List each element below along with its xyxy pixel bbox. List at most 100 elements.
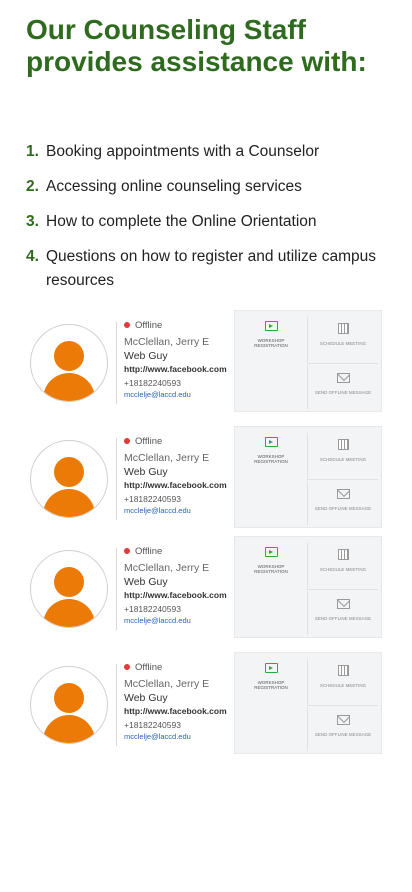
staff-role: Web Guy [124, 350, 168, 362]
schedule-label: SCHEDULE MEETING [319, 567, 367, 572]
status-indicator: Offline [124, 660, 244, 674]
offline-dot-icon [124, 322, 130, 328]
staff-phone: +18182240593 [124, 494, 181, 504]
card-divider [116, 322, 117, 404]
avatar [30, 440, 108, 518]
staff-phone: +18182240593 [124, 378, 181, 388]
staff-phone: +18182240593 [124, 604, 181, 614]
avatar [30, 666, 108, 744]
staff-name: McClellan, Jerry E [124, 336, 210, 348]
staff-info: Offline McClellan, Jerry E Web Guy http:… [124, 544, 244, 625]
list-number: 3. [26, 213, 39, 230]
list-text: Booking appointments with a Counselor [46, 143, 320, 160]
card-divider [116, 664, 117, 746]
mail-icon [336, 599, 350, 609]
staff-card: Offline McClellan, Jerry E Web Guy http:… [30, 426, 390, 534]
schedule-meeting-button[interactable]: SCHEDULE MEETING [307, 543, 378, 590]
avatar-head-shape [54, 457, 84, 487]
send-offline-message-button[interactable]: SEND OFFLINE MESSAGE [307, 591, 378, 635]
staff-email-link[interactable]: mcclelje@laccd.edu [124, 616, 244, 625]
send-offline-message-button[interactable]: SEND OFFLINE MESSAGE [307, 365, 378, 409]
list-text: How to complete the Online Orientation [46, 213, 317, 230]
workshop-registration-button[interactable]: WORKSHOP REGISTRATION [241, 543, 301, 574]
list-item: 2. Accessing online counseling services [26, 175, 396, 199]
schedule-meeting-button[interactable]: SCHEDULE MEETING [307, 317, 378, 364]
list-text: Accessing online counseling services [46, 178, 302, 195]
staff-email-link[interactable]: mcclelje@laccd.edu [124, 732, 244, 741]
avatar-head-shape [54, 341, 84, 371]
send-offline-message-button[interactable]: SEND OFFLINE MESSAGE [307, 707, 378, 751]
workshop-label: WORKSHOP REGISTRATION [254, 564, 288, 574]
staff-email-link[interactable]: mcclelje@laccd.edu [124, 506, 244, 515]
workshop-registration-button[interactable]: WORKSHOP REGISTRATION [241, 659, 301, 690]
list-number: 1. [26, 143, 39, 160]
calendar-icon [337, 439, 349, 450]
staff-url-link[interactable]: http://www.facebook.com [124, 364, 244, 374]
status-label: Offline [135, 435, 163, 447]
card-divider [116, 548, 117, 630]
avatar [30, 550, 108, 628]
staff-url-link[interactable]: http://www.facebook.com [124, 706, 244, 716]
calendar-icon [337, 549, 349, 560]
staff-info: Offline McClellan, Jerry E Web Guy http:… [124, 434, 244, 515]
calendar-icon [337, 665, 349, 676]
list-item: 3. How to complete the Online Orientatio… [26, 210, 396, 234]
avatar-head-shape [54, 567, 84, 597]
action-panel: WORKSHOP REGISTRATION SCHEDULE MEETING S… [234, 536, 382, 638]
avatar-head-shape [54, 683, 84, 713]
list-item: 4. Questions on how to register and util… [26, 245, 396, 293]
send-offline-message-button[interactable]: SEND OFFLINE MESSAGE [307, 481, 378, 525]
action-panel: WORKSHOP REGISTRATION SCHEDULE MEETING S… [234, 426, 382, 528]
message-label: SEND OFFLINE MESSAGE [314, 616, 372, 621]
status-label: Offline [135, 319, 163, 331]
mail-icon [336, 373, 350, 383]
staff-phone: +18182240593 [124, 720, 181, 730]
assistance-list: 1. Booking appointments with a Counselor… [26, 140, 396, 304]
staff-email-link[interactable]: mcclelje@laccd.edu [124, 390, 244, 399]
schedule-label: SCHEDULE MEETING [319, 457, 367, 462]
workshop-video-icon [264, 547, 278, 557]
status-indicator: Offline [124, 434, 244, 448]
staff-info: Offline McClellan, Jerry E Web Guy http:… [124, 660, 244, 741]
list-number: 4. [26, 248, 39, 265]
action-panel: WORKSHOP REGISTRATION SCHEDULE MEETING S… [234, 310, 382, 412]
mail-icon [336, 489, 350, 499]
status-label: Offline [135, 545, 163, 557]
staff-url-link[interactable]: http://www.facebook.com [124, 480, 244, 490]
avatar-body-shape [43, 373, 95, 401]
schedule-meeting-button[interactable]: SCHEDULE MEETING [307, 659, 378, 706]
offline-dot-icon [124, 438, 130, 444]
staff-role: Web Guy [124, 576, 168, 588]
staff-info: Offline McClellan, Jerry E Web Guy http:… [124, 318, 244, 399]
message-label: SEND OFFLINE MESSAGE [314, 390, 372, 395]
avatar [30, 324, 108, 402]
avatar-body-shape [43, 715, 95, 743]
list-text: Questions on how to register and utilize… [46, 248, 376, 289]
avatar-body-shape [43, 489, 95, 517]
workshop-video-icon [264, 663, 278, 673]
calendar-icon [337, 323, 349, 334]
status-indicator: Offline [124, 318, 244, 332]
staff-name: McClellan, Jerry E [124, 452, 210, 464]
message-label: SEND OFFLINE MESSAGE [314, 732, 372, 737]
workshop-label: WORKSHOP REGISTRATION [254, 680, 288, 690]
list-number: 2. [26, 178, 39, 195]
staff-name: McClellan, Jerry E [124, 562, 210, 574]
staff-name: McClellan, Jerry E [124, 678, 210, 690]
status-indicator: Offline [124, 544, 244, 558]
list-item: 1. Booking appointments with a Counselor [26, 140, 396, 164]
schedule-meeting-button[interactable]: SCHEDULE MEETING [307, 433, 378, 480]
workshop-registration-button[interactable]: WORKSHOP REGISTRATION [241, 433, 301, 464]
offline-dot-icon [124, 548, 130, 554]
staff-role: Web Guy [124, 466, 168, 478]
schedule-label: SCHEDULE MEETING [319, 341, 367, 346]
avatar-body-shape [43, 599, 95, 627]
card-divider [116, 438, 117, 520]
mail-icon [336, 715, 350, 725]
staff-card: Offline McClellan, Jerry E Web Guy http:… [30, 652, 390, 760]
staff-url-link[interactable]: http://www.facebook.com [124, 590, 244, 600]
workshop-registration-button[interactable]: WORKSHOP REGISTRATION [241, 317, 301, 348]
workshop-label: WORKSHOP REGISTRATION [254, 454, 288, 464]
status-label: Offline [135, 661, 163, 673]
schedule-label: SCHEDULE MEETING [319, 683, 367, 688]
